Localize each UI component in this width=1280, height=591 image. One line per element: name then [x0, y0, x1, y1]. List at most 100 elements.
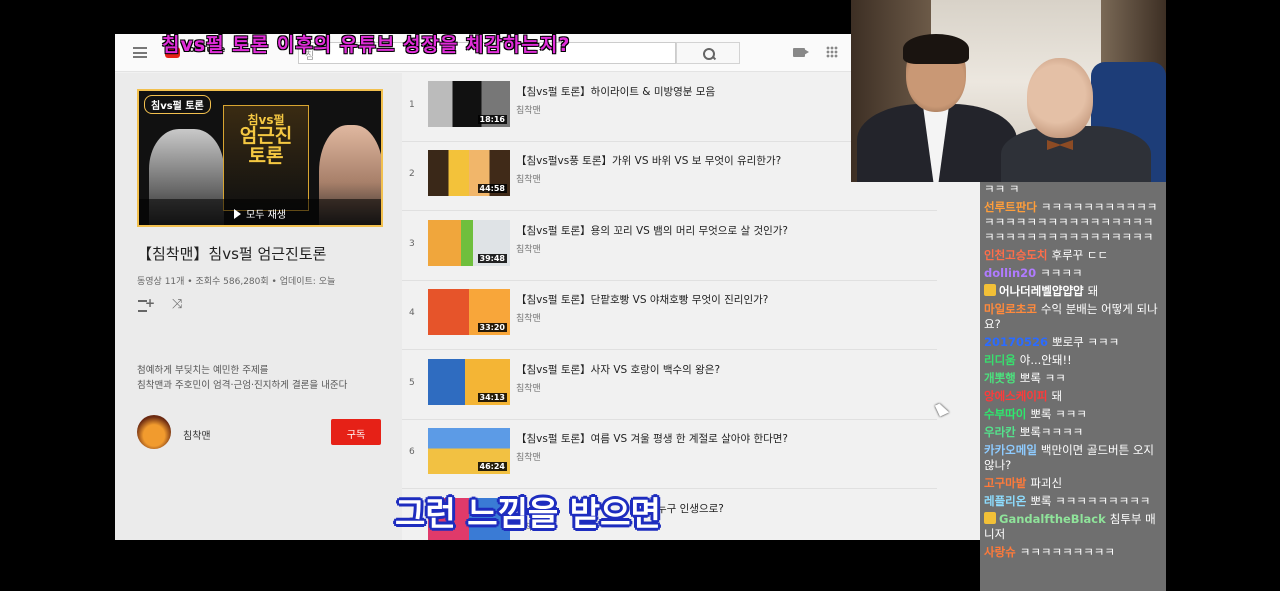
- video-thumbnail[interactable]: 46:24: [428, 428, 510, 474]
- video-thumbnail[interactable]: 39:48: [428, 220, 510, 266]
- chat-text: 야...안돼!!: [1019, 353, 1072, 367]
- chat-nickname[interactable]: dollin20: [984, 266, 1036, 280]
- video-title[interactable]: 【침vs펄vs풍 토론】가위 VS 바위 VS 보 무엇이 유리한가?: [516, 153, 781, 168]
- chat-message: 우라칸 뽀록ㅋㅋㅋㅋ: [984, 425, 1162, 440]
- subscribe-button[interactable]: 구독: [331, 419, 381, 445]
- video-duration: 18:16: [477, 115, 507, 124]
- video-index: 4: [409, 308, 415, 318]
- play-icon: [234, 209, 241, 219]
- list-item[interactable]: 3 39:48 【침vs펄 토론】용의 꼬리 VS 뱀의 머리 무엇으로 살 것…: [402, 212, 937, 281]
- streamer-left-hair: [903, 34, 969, 64]
- chat-message: dollin20 ㅋㅋㅋㅋ: [984, 266, 1162, 281]
- chat-nickname[interactable]: 리디움: [984, 353, 1016, 367]
- shuffle-icon[interactable]: ⤨: [172, 297, 182, 312]
- chat-text: ㅋㅋㅋㅋ: [1040, 266, 1083, 280]
- chat-nickname[interactable]: 카카오메일: [984, 443, 1037, 457]
- video-index: 5: [409, 378, 415, 388]
- chat-message: 선루트판다 ㅋㅋㅋㅋㅋㅋㅋㅋㅋㅋㅋㅋㅋㅋㅋㅋㅋㅋㅋㅋㅋㅋㅋㅋㅋㅋㅋㅋㅋㅋㅋㅋㅋㅋㅋ…: [984, 200, 1162, 245]
- chat-nickname[interactable]: 우라칸: [984, 425, 1016, 439]
- thumb-title-line3: 토론: [248, 144, 284, 167]
- video-duration: 46:24: [477, 462, 507, 471]
- chat-badge-icon: [984, 284, 996, 296]
- playlist-title: 【침착맨】침vs펄 엄근진토론: [137, 245, 327, 263]
- play-all-button[interactable]: 모두 재생: [139, 199, 381, 225]
- video-title[interactable]: 【침vs펄 토론】사자 VS 호랑이 백수의 왕은?: [516, 362, 720, 377]
- video-title[interactable]: 【침vs펄 토론】단팥호빵 VS 야채호빵 무엇이 진리인가?: [516, 292, 768, 307]
- video-channel[interactable]: 침착맨: [516, 450, 541, 463]
- video-title[interactable]: 【침vs펄 토론】용의 꼬리 VS 뱀의 머리 무엇으로 살 것인가?: [516, 223, 788, 238]
- chat-message: 고구마밭 파괴신: [984, 476, 1162, 491]
- video-thumbnail[interactable]: 44:58: [428, 150, 510, 196]
- chat-nickname[interactable]: 개뽓행: [984, 371, 1016, 385]
- chat-message: GandalftheBlack 침투부 매니저: [984, 512, 1162, 542]
- chat-message: 어나더레벨얍얍얍 돼: [984, 284, 1162, 299]
- video-index: 2: [409, 169, 415, 179]
- chat-nickname[interactable]: 수부따이: [984, 407, 1026, 421]
- chat-nickname[interactable]: 앙에스케이피: [984, 389, 1047, 403]
- video-title[interactable]: 【침vs펄 토론】여름 VS 겨울 평생 한 계절로 살아야 한다면?: [516, 431, 788, 446]
- thumb-title-line2: 엄근진: [239, 124, 293, 147]
- video-thumbnail[interactable]: 18:16: [428, 81, 510, 127]
- chat-nickname[interactable]: GandalftheBlack: [999, 512, 1106, 526]
- subtitle-caption: 그런 느낌을 받으면: [395, 494, 661, 533]
- playlist-meta: 동영상 11개 • 조회수 586,280회 • 업데이트: 오늘: [137, 277, 336, 287]
- chat-nickname[interactable]: 어나더레벨얍얍얍: [999, 284, 1084, 298]
- list-item[interactable]: 6 46:24 【침vs펄 토론】여름 VS 겨울 평생 한 계절로 살아야 한…: [402, 420, 937, 489]
- chat-text: 뽀로쿠 ㅋㅋㅋ: [1052, 335, 1120, 349]
- chat-message: 리디움 야...안돼!!: [984, 353, 1162, 368]
- video-channel[interactable]: 침착맨: [516, 172, 541, 185]
- video-channel[interactable]: 침착맨: [516, 311, 541, 324]
- top-caption: 침vs펄 토론 이후의 유튜브 성장을 체감하는지?: [162, 34, 571, 56]
- chat-text: 뽀록 ㅋㅋ: [1019, 371, 1066, 385]
- chat-message: 레플리온 뽀록 ㅋㅋㅋㅋㅋㅋㅋㅋㅋ: [984, 494, 1162, 509]
- channel-avatar[interactable]: [137, 415, 171, 449]
- list-item[interactable]: 5 34:13 【침vs펄 토론】사자 VS 호랑이 백수의 왕은? 침착맨: [402, 351, 937, 420]
- menu-icon[interactable]: [133, 47, 147, 58]
- video-index: 1: [409, 100, 415, 110]
- chat-nickname[interactable]: 20170526: [984, 335, 1048, 349]
- video-duration: 44:58: [477, 184, 507, 193]
- chat-nickname[interactable]: 선루트판다: [984, 200, 1037, 214]
- chat-text: 뽀록 ㅋㅋㅋㅋㅋㅋㅋㅋㅋ: [1030, 494, 1151, 508]
- chat-nickname[interactable]: 마일로초코: [984, 302, 1037, 316]
- chat-text: ㅋㅋㅋㅋㅋㅋㅋㅋㅋ: [1019, 545, 1115, 559]
- streamer-right-head: [1027, 58, 1093, 138]
- chat-nickname[interactable]: 고구마밭: [984, 476, 1026, 490]
- chat-text: 후루꾸 ㄷㄷ: [1051, 248, 1109, 262]
- chat-text: 뽀록ㅋㅋㅋㅋ: [1019, 425, 1084, 439]
- live-chat: ㅋㅋ ㅋ 선루트판다 ㅋㅋㅋㅋㅋㅋㅋㅋㅋㅋㅋㅋㅋㅋㅋㅋㅋㅋㅋㅋㅋㅋㅋㅋㅋㅋㅋㅋㅋㅋㅋ…: [980, 182, 1166, 591]
- search-button[interactable]: [676, 42, 740, 64]
- video-camera-icon[interactable]: [793, 48, 809, 57]
- chat-message: 앙에스케이피 돼: [984, 389, 1162, 404]
- list-item[interactable]: 4 33:20 【침vs펄 토론】단팥호빵 VS 야채호빵 무엇이 진리인가? …: [402, 281, 937, 350]
- chat-message: 인천고승도치 후루꾸 ㄷㄷ: [984, 248, 1162, 263]
- video-duration: 39:48: [477, 254, 507, 263]
- playlist-thumbnail[interactable]: 침vs펄 토론 침vs펄 엄근진 토론 모두 재생: [137, 89, 383, 227]
- video-thumbnail[interactable]: 33:20: [428, 289, 510, 335]
- video-duration: 34:13: [477, 393, 507, 402]
- video-channel[interactable]: 침착맨: [516, 103, 541, 116]
- chat-message: ㅋㅋ ㅋ: [984, 182, 1162, 197]
- video-title[interactable]: 【침vs펄 토론】하이라이트 & 미방영분 모음: [516, 84, 715, 99]
- chat-message: 수부따이 뽀록 ㅋㅋㅋ: [984, 407, 1162, 422]
- video-index: 3: [409, 239, 415, 249]
- video-duration: 33:20: [477, 323, 507, 332]
- chat-text: ㅋㅋ ㅋ: [984, 182, 1020, 196]
- thumb-title-card: 침vs펄 엄근진 토론: [223, 105, 309, 211]
- thumb-tag: 침vs펄 토론: [144, 95, 211, 114]
- chat-nickname[interactable]: 사랑슈: [984, 545, 1016, 559]
- playlist-description: 첨예하게 부딪치는 예민한 주제를 침착맨과 주호민이 엄격·근엄·진지하게 결…: [137, 363, 347, 393]
- chat-message: 마일로초코 수익 분배는 어떻게 되나요?: [984, 302, 1162, 332]
- video-channel[interactable]: 침착맨: [516, 381, 541, 394]
- add-to-queue-icon[interactable]: [138, 296, 155, 312]
- chat-text: 파괴신: [1030, 476, 1063, 490]
- video-channel[interactable]: 침착맨: [516, 242, 541, 255]
- chat-text: 뽀록 ㅋㅋㅋ: [1030, 407, 1087, 421]
- video-thumbnail[interactable]: 34:13: [428, 359, 510, 405]
- chat-message: 사랑슈 ㅋㅋㅋㅋㅋㅋㅋㅋㅋ: [984, 545, 1162, 560]
- channel-name[interactable]: 침착맨: [183, 427, 211, 442]
- apps-grid-icon[interactable]: [826, 46, 838, 58]
- chat-message: 개뽓행 뽀록 ㅋㅋ: [984, 371, 1162, 386]
- chat-nickname[interactable]: 레플리온: [984, 494, 1026, 508]
- chat-nickname[interactable]: 인천고승도치: [984, 248, 1047, 262]
